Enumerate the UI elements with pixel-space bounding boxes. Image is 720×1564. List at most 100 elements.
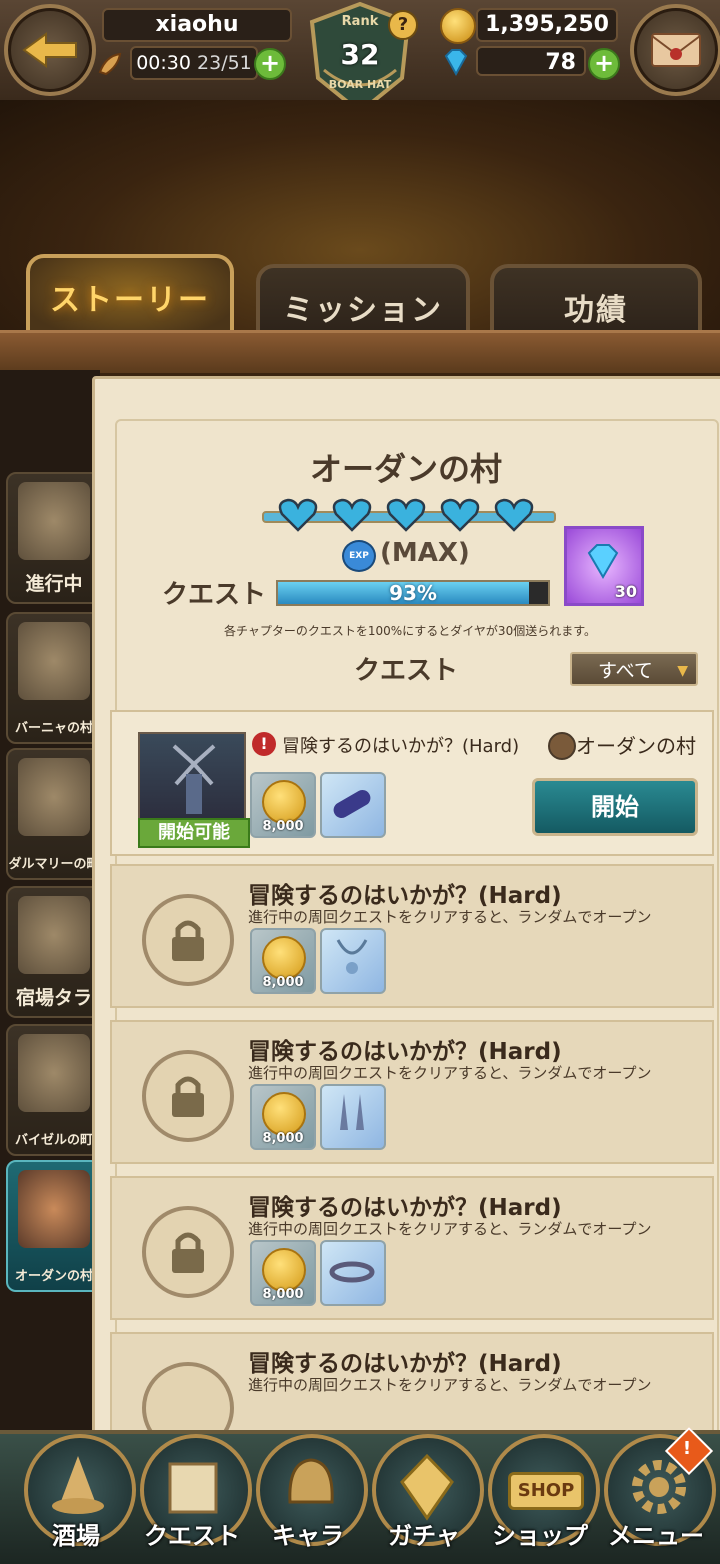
heart-icon xyxy=(332,498,372,532)
quest-unlock-hint: 進行中の周回クエストをクリアすると、ランダムでオープン xyxy=(248,1064,652,1082)
heart-icon xyxy=(440,498,480,532)
add-gems-button[interactable]: + xyxy=(588,48,620,80)
gem-icon xyxy=(440,46,472,78)
scroll-case-icon xyxy=(333,790,371,818)
sidebar-item-label: 進行中 xyxy=(25,573,83,595)
sidebar-item-dalmary[interactable]: ダルマリーの町 xyxy=(6,748,102,880)
nav-quest-label: クエスト xyxy=(144,1522,240,1550)
active-quest-card[interactable]: 開始可能 ! 冒険するのはいかが？(Hard) オーダンの村 8,000 開始 xyxy=(110,710,714,856)
rank-value: 32 xyxy=(340,38,380,71)
sidebar-item-tara[interactable]: 宿場タラ xyxy=(6,886,102,1018)
sidebar-item-label: ダルマリーの町 xyxy=(8,857,100,872)
coin-amount: 8,000 xyxy=(262,975,304,990)
heart-icon xyxy=(278,498,318,532)
start-button[interactable]: 開始 xyxy=(532,778,698,836)
sidebar-item-label: 宿場タラ xyxy=(15,987,92,1009)
crystal-icon xyxy=(400,1453,454,1521)
back-arrow-icon xyxy=(22,32,77,68)
earrings-reward[interactable] xyxy=(320,1084,386,1150)
coin-reward[interactable]: 8,000 xyxy=(250,1240,316,1306)
player-name: xiaohu xyxy=(102,8,292,42)
affinity-hearts xyxy=(252,498,562,532)
coin-icon xyxy=(262,780,306,824)
add-stamina-button[interactable]: + xyxy=(254,48,286,80)
shelf-divider xyxy=(0,330,720,377)
necklace-icon xyxy=(336,939,368,974)
chapter-title: オーダンの村 xyxy=(309,450,502,488)
help-icon[interactable]: ? xyxy=(388,10,418,40)
lock-icon xyxy=(142,1206,234,1298)
scroll-icon xyxy=(168,1462,218,1514)
mail-button[interactable] xyxy=(630,4,720,96)
gem-icon xyxy=(587,544,619,579)
windmill-thumbnail xyxy=(138,732,246,832)
coin-icon xyxy=(262,936,306,980)
sidebar-item-vaizel[interactable]: バイゼルの町 xyxy=(6,1024,102,1156)
tab-mission-label: ミッション xyxy=(283,293,443,328)
tab-story[interactable]: ストーリー xyxy=(26,254,234,340)
quest-title: 冒険するのはいかが？(Hard) xyxy=(248,1039,562,1065)
crest-text: BOAR HAT xyxy=(328,78,392,91)
necklace-reward[interactable] xyxy=(320,928,386,994)
section-title: クエスト xyxy=(353,656,458,686)
reward-count: 30 xyxy=(614,582,637,601)
quest-title: 冒険するのはいかが？(Hard) xyxy=(248,1195,562,1221)
coin-amount: 8,000 xyxy=(262,1287,304,1302)
tab-story-label: ストーリー xyxy=(50,283,210,318)
pig-icon xyxy=(18,482,90,560)
status-badge: 開始可能 xyxy=(138,818,250,848)
coin-reward[interactable]: 8,000 xyxy=(250,1084,316,1150)
locked-quest-card: 冒険するのはいかが？(Hard) 進行中の周回クエストをクリアすると、ランダムで… xyxy=(110,1176,714,1320)
nav-tavern-label: 酒場 xyxy=(52,1522,100,1550)
filter-value: すべて xyxy=(598,660,653,682)
diamond-reward[interactable]: 30 xyxy=(564,526,644,606)
quest-unlock-hint: 進行中の周回クエストをクリアすると、ランダムでオープン xyxy=(248,1376,652,1394)
nav-characters-label: キャラ xyxy=(272,1522,344,1550)
gold-coin-icon xyxy=(440,8,476,44)
lock-icon xyxy=(142,1362,234,1430)
town-thumbnail xyxy=(18,1034,90,1112)
filter-dropdown[interactable]: すべて ▼ xyxy=(570,652,698,686)
wizard-hat-icon xyxy=(52,1456,104,1514)
quest-title: 冒険するのはいかが？(Hard) xyxy=(248,1351,562,1377)
notification-badge-text: ! xyxy=(682,1438,692,1459)
reward-note: 各チャプターのクエストを100%にするとダイヤが30個送られます。 xyxy=(223,624,597,638)
mail-icon xyxy=(651,33,701,67)
gem-amount: 78 xyxy=(476,46,586,76)
coin-reward[interactable]: 8,000 xyxy=(250,928,316,994)
village-thumbnail xyxy=(18,622,90,700)
sidebar-item-banya[interactable]: バーニャの村 xyxy=(6,612,102,744)
sidebar-item-ordan[interactable]: オーダンの村 xyxy=(6,1160,102,1292)
quest-unlock-hint: 進行中の周回クエストをクリアすると、ランダムでオープン xyxy=(248,1220,652,1238)
lock-icon xyxy=(142,1050,234,1142)
shop-sign-icon: SHOP xyxy=(508,1472,584,1510)
coin-icon xyxy=(262,1248,306,1292)
town-thumbnail xyxy=(18,896,90,974)
back-button[interactable] xyxy=(4,4,96,96)
nav-shop-label: ショップ xyxy=(492,1522,588,1550)
tab-achievements-label: 功績 xyxy=(564,293,628,328)
exp-heart-icon: EXP xyxy=(342,540,376,572)
stamina-panel: 00:30 23/51 xyxy=(130,46,258,80)
nav-menu-label: メニュー xyxy=(608,1522,704,1550)
rank-label: Rank xyxy=(341,14,379,29)
coin-amount: 8,000 xyxy=(262,1131,304,1146)
stamina-count: 23/51 xyxy=(197,52,252,74)
coin-reward[interactable]: 8,000 xyxy=(250,772,316,838)
heart-icon xyxy=(386,498,426,532)
locked-quest-card: 冒険するのはいかが？(Hard) 進行中の周回クエストをクリアすると、ランダムで… xyxy=(110,1020,714,1164)
quest-progress-bar: 93% xyxy=(276,580,550,606)
sidebar-item-in-progress[interactable]: 進行中 xyxy=(6,472,102,604)
windmill-thumbnail xyxy=(18,1170,90,1248)
quest-location: オーダンの村 xyxy=(576,734,696,758)
coin-amount: 8,000 xyxy=(262,819,304,834)
bracelet-reward[interactable] xyxy=(320,1240,386,1306)
equipment-reward[interactable] xyxy=(320,772,386,838)
locked-quest-card: 冒険するのはいかが？(Hard) 進行中の周回クエストをクリアすると、ランダムで… xyxy=(110,1332,714,1432)
stamina-icon xyxy=(96,48,128,80)
sidebar-item-label: オーダンの村 xyxy=(14,1269,93,1284)
sidebar-item-label: バーニャの村 xyxy=(14,721,93,736)
location-icon xyxy=(548,732,576,760)
top-bar: xiaohu 00:30 23/51 + Rank 32 BOAR HAT ? … xyxy=(0,0,720,115)
affinity-level: (MAX) xyxy=(380,538,470,568)
